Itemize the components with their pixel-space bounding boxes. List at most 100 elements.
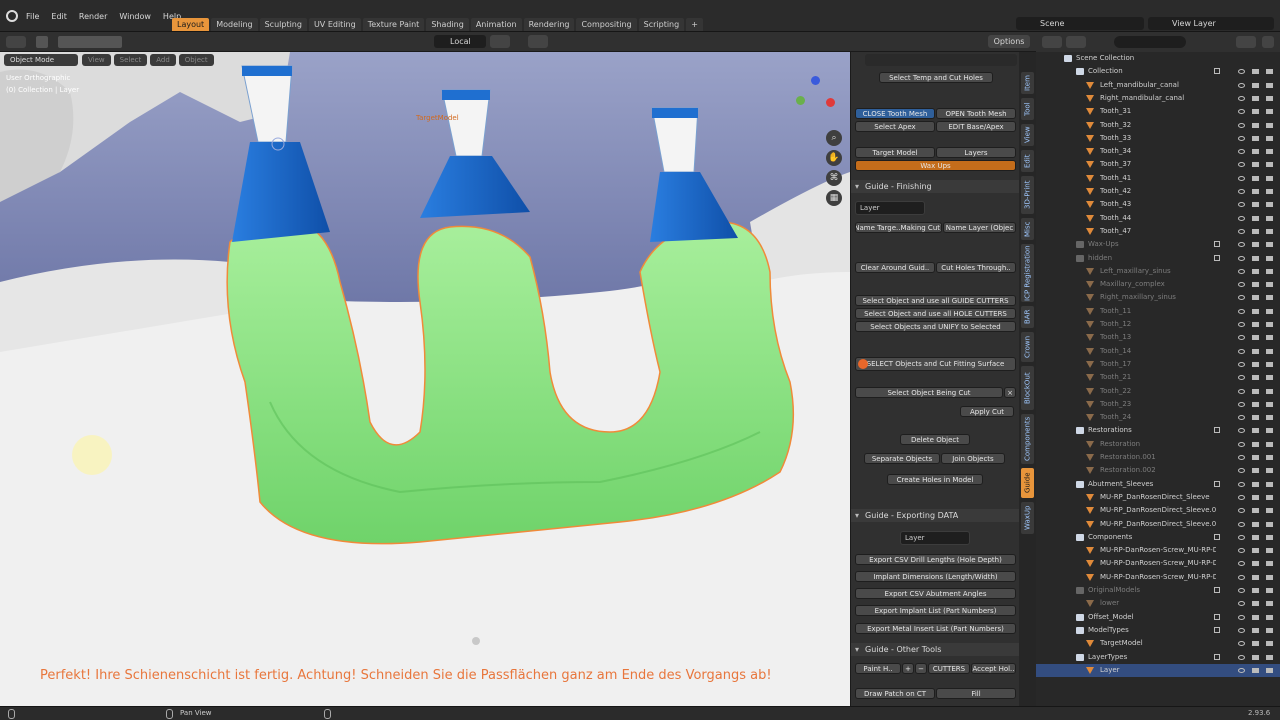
visibility-eye-icon[interactable]: [1238, 627, 1245, 633]
accept-hol-button[interactable]: Accept Hol..: [971, 663, 1016, 674]
render-camera-icon[interactable]: [1252, 162, 1259, 168]
editor-type-icon[interactable]: [6, 36, 26, 48]
render-camera-icon[interactable]: [1252, 415, 1259, 421]
visibility-eye-icon[interactable]: [1238, 175, 1245, 181]
render-camera-icon[interactable]: [1252, 667, 1259, 673]
target-model-button[interactable]: Target Model: [855, 147, 935, 158]
outliner-object-row[interactable]: MU-RP-DanRosen-Screw_MU-RP-Dz: [1036, 544, 1280, 557]
outliner-object-row[interactable]: Tooth_24: [1036, 411, 1280, 424]
visibility-eye-icon[interactable]: [1238, 641, 1245, 647]
visibility-eye-icon[interactable]: [1238, 588, 1245, 593]
exclude-checkbox[interactable]: [1214, 653, 1220, 660]
export-implant-list-button[interactable]: Export Implant List (Part Numbers): [855, 605, 1016, 616]
view-layer-selector[interactable]: View Layer: [1148, 17, 1274, 30]
outliner-object-row[interactable]: Layer: [1036, 663, 1280, 677]
sidebar-tab-components[interactable]: Components: [1021, 414, 1034, 464]
section-guide-other[interactable]: Guide - Other Tools: [851, 643, 1019, 656]
sidebar-tab-guide[interactable]: Guide: [1021, 468, 1034, 498]
render-camera-icon[interactable]: [1252, 601, 1259, 607]
outliner-object-row[interactable]: Tooth_21: [1036, 371, 1280, 384]
outliner-object-row[interactable]: MU-RP_DanRosenDirect_Sleeve: [1036, 491, 1280, 504]
visibility-eye-icon[interactable]: [1238, 348, 1245, 354]
outliner-object-row[interactable]: Tooth_17: [1036, 358, 1280, 371]
layers-button[interactable]: Layers: [936, 147, 1016, 158]
render-toggle-icon[interactable]: [1266, 548, 1273, 554]
outliner-display-mode[interactable]: [1066, 36, 1086, 48]
outliner-object-row[interactable]: Tooth_31: [1036, 105, 1280, 118]
navigation-gizmo[interactable]: [792, 76, 838, 122]
select-apex-button[interactable]: Select Apex: [855, 121, 935, 132]
visibility-eye-icon[interactable]: [1238, 215, 1245, 221]
visibility-eye-icon[interactable]: [1238, 494, 1245, 500]
exclude-checkbox[interactable]: [1214, 480, 1220, 487]
outliner-collection-row[interactable]: Offset_Model: [1036, 611, 1280, 624]
export-abutment-angles-button[interactable]: Export CSV Abutment Angles: [855, 588, 1016, 599]
tab-scripting[interactable]: Scripting: [638, 18, 685, 31]
exclude-checkbox[interactable]: [1214, 68, 1220, 75]
outliner-object-row[interactable]: Tooth_34: [1036, 145, 1280, 158]
outliner-object-row[interactable]: Tooth_32: [1036, 119, 1280, 132]
menu-file[interactable]: File: [20, 12, 45, 21]
create-holes-button[interactable]: Create Holes in Model: [887, 474, 983, 485]
outliner-object-row[interactable]: Restoration: [1036, 438, 1280, 451]
sidebar-tab-crown[interactable]: Crown: [1021, 332, 1034, 362]
render-camera-icon[interactable]: [1252, 654, 1259, 660]
render-camera-icon[interactable]: [1252, 561, 1259, 567]
render-toggle-icon[interactable]: [1266, 189, 1273, 194]
select-temp-button[interactable]: Select Temp and Cut Holes: [879, 72, 993, 83]
exclude-checkbox[interactable]: [1214, 587, 1220, 593]
outliner-search-input[interactable]: [1114, 36, 1186, 48]
visibility-eye-icon[interactable]: [1238, 481, 1245, 487]
tab-sculpting[interactable]: Sculpting: [259, 18, 307, 31]
tab-modeling[interactable]: Modeling: [211, 18, 258, 31]
tab-uv-editing[interactable]: UV Editing: [308, 18, 361, 31]
outliner-object-row[interactable]: Restoration.002: [1036, 464, 1280, 477]
visibility-eye-icon[interactable]: [1238, 548, 1245, 554]
outliner-object-row[interactable]: Left_mandibular_canal: [1036, 79, 1280, 92]
cut-holes-through-button[interactable]: Cut Holes Through..: [936, 262, 1016, 273]
sidebar-tab-view[interactable]: View: [1021, 124, 1034, 146]
pan-hand-icon[interactable]: ✋: [826, 150, 842, 166]
filter-icon[interactable]: [1236, 36, 1256, 48]
render-camera-icon[interactable]: [1252, 401, 1259, 407]
fill-button[interactable]: Fill: [936, 688, 1016, 699]
outliner-collection-row[interactable]: Components: [1036, 531, 1280, 544]
render-camera-icon[interactable]: [1252, 282, 1259, 288]
render-toggle-icon[interactable]: [1266, 175, 1273, 181]
visibility-eye-icon[interactable]: [1238, 375, 1245, 381]
render-camera-icon[interactable]: [1252, 428, 1259, 434]
object-mode-dropdown[interactable]: Object Mode: [4, 54, 78, 66]
render-camera-icon[interactable]: [1252, 202, 1259, 208]
sidebar-tab-tool[interactable]: Tool: [1021, 98, 1034, 120]
outliner-object-row[interactable]: Tooth_47: [1036, 225, 1280, 238]
render-camera-icon[interactable]: [1252, 574, 1259, 580]
visibility-eye-icon[interactable]: [1238, 415, 1245, 421]
render-toggle-icon[interactable]: [1266, 135, 1273, 141]
visibility-eye-icon[interactable]: [1238, 162, 1245, 168]
visibility-eye-icon[interactable]: [1238, 468, 1245, 474]
minus-button[interactable]: −: [915, 663, 927, 674]
clear-around-button[interactable]: Clear Around Guid..: [855, 262, 935, 273]
visibility-eye-icon[interactable]: [1238, 308, 1245, 314]
visibility-eye-icon[interactable]: [1238, 69, 1245, 75]
exclude-checkbox[interactable]: [1214, 254, 1220, 261]
render-camera-icon[interactable]: [1252, 322, 1259, 327]
render-toggle-icon[interactable]: [1266, 69, 1273, 75]
visibility-eye-icon[interactable]: [1238, 335, 1245, 341]
tab-texture-paint[interactable]: Texture Paint: [362, 18, 425, 31]
render-toggle-icon[interactable]: [1266, 508, 1273, 514]
visibility-eye-icon[interactable]: [1238, 268, 1245, 274]
options-button[interactable]: Options: [988, 35, 1030, 48]
outliner-editor-icon[interactable]: [1042, 36, 1062, 48]
sidebar-tab-waxup[interactable]: WaxUp: [1021, 502, 1034, 534]
separate-objects-button[interactable]: Separate Objects: [864, 453, 940, 464]
viewport-menu-add[interactable]: Add: [150, 54, 176, 66]
outliner-collection-row[interactable]: LayerTypes: [1036, 651, 1280, 664]
render-camera-icon[interactable]: [1252, 348, 1259, 354]
visibility-eye-icon[interactable]: [1238, 282, 1245, 288]
render-toggle-icon[interactable]: [1266, 335, 1273, 341]
outliner-object-row[interactable]: TargetModel: [1036, 637, 1280, 650]
render-camera-icon[interactable]: [1252, 109, 1259, 115]
outliner-object-row[interactable]: Tooth_44: [1036, 212, 1280, 225]
render-camera-icon[interactable]: [1252, 627, 1259, 633]
